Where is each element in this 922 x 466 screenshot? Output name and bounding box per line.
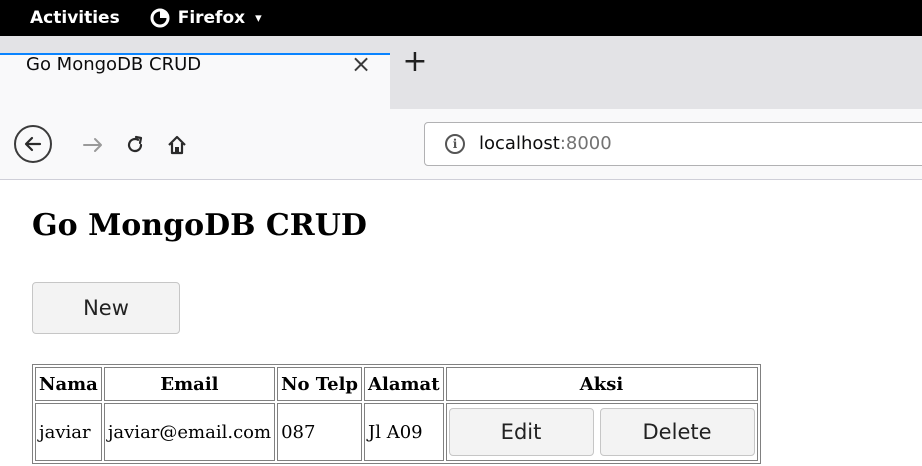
column-header-aksi: Aksi — [445, 367, 758, 401]
forward-button[interactable] — [78, 130, 108, 160]
column-header-nama: Nama — [35, 367, 102, 401]
page-title: Go MongoDB CRUD — [32, 208, 367, 243]
arrow-right-icon — [83, 138, 102, 152]
app-menu-firefox[interactable]: Firefox ▾ — [150, 8, 262, 28]
back-button[interactable] — [14, 125, 52, 163]
column-header-no-telp: No Telp — [277, 367, 363, 401]
cell-nama: javiar — [35, 403, 102, 461]
app-menu-label: Firefox — [177, 8, 246, 28]
url-host: localhost — [479, 133, 560, 154]
table-row: javiar javiar@email.com 087 Jl A09 Edit … — [35, 403, 758, 461]
cell-no-telp: 087 — [277, 403, 363, 461]
contacts-table: Nama Email No Telp Alamat Aksi javiar ja… — [32, 364, 761, 464]
chevron-down-icon: ▾ — [255, 10, 262, 26]
edit-button[interactable]: Edit — [448, 408, 594, 456]
arrow-left-icon — [24, 136, 42, 152]
cell-aksi: Edit Delete — [445, 403, 758, 461]
url-text[interactable]: localhost:8000 — [479, 133, 612, 154]
home-button[interactable] — [162, 130, 192, 160]
cell-email: javiar@email.com — [103, 403, 276, 461]
home-icon — [168, 135, 186, 155]
new-tab-button[interactable]: + — [398, 46, 432, 78]
cell-alamat: Jl A09 — [364, 403, 444, 461]
delete-button[interactable]: Delete — [599, 408, 755, 456]
close-tab-icon[interactable]: × — [347, 50, 375, 78]
table-header-row: Nama Email No Telp Alamat Aksi — [35, 367, 758, 401]
reload-icon — [127, 135, 143, 153]
info-icon[interactable]: i — [445, 134, 465, 154]
column-header-alamat: Alamat — [364, 367, 444, 401]
column-header-email: Email — [103, 367, 276, 401]
tab-title: Go MongoDB CRUD — [26, 54, 202, 75]
activities-button[interactable]: Activities — [30, 8, 120, 28]
new-button[interactable]: New — [32, 282, 180, 334]
firefox-icon — [150, 8, 170, 28]
system-top-bar: Activities Firefox ▾ — [0, 0, 922, 36]
reload-button[interactable] — [120, 130, 150, 160]
url-port: :8000 — [559, 133, 612, 154]
